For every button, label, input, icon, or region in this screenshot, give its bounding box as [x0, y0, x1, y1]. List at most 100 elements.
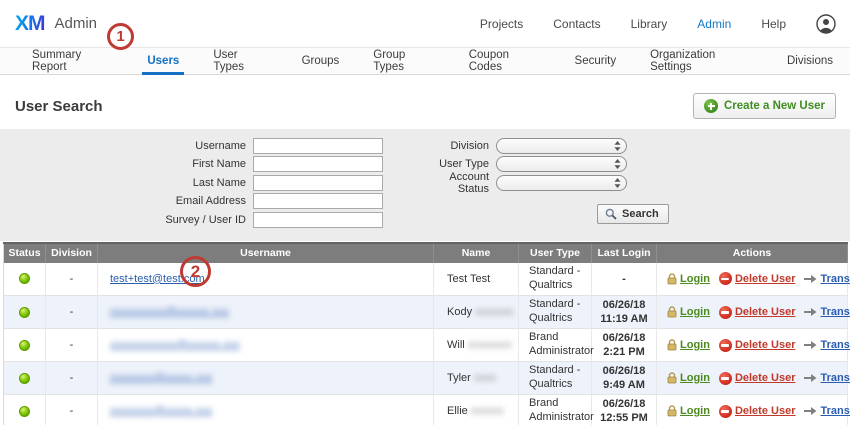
table-row: - test+test@test.com Test Test Standard … [4, 263, 848, 296]
tab-divisions[interactable]: Divisions [770, 48, 850, 74]
brand: XM Admin [15, 12, 97, 36]
user-type-cell: Standard - Qualtrics [519, 296, 592, 329]
user-search-form: Username First Name Last Name Email Addr… [0, 129, 850, 241]
account-status-select[interactable] [496, 175, 627, 191]
division-cell: - [46, 395, 98, 425]
table-row: - xxxxxxxxxxxx@xxxxxx.xxx Willxxxxxxxx B… [4, 329, 848, 362]
user-type-cell: Brand Administrator [519, 329, 592, 362]
name-redacted: xxxxxxxx [468, 339, 512, 351]
user-type-select[interactable] [496, 156, 627, 172]
tab-security[interactable]: Security [558, 48, 634, 74]
nav-admin[interactable]: Admin [697, 17, 731, 31]
select-updown-icon [614, 178, 621, 188]
user-type-label: User Type [425, 158, 496, 170]
tab-organization-settings[interactable]: Organization Settings [633, 48, 770, 74]
transfer-surveys-link[interactable]: Transfer Surveys [820, 273, 850, 285]
col-header-division: Division [46, 243, 98, 263]
login-link[interactable]: Login [680, 273, 710, 285]
name-redacted: xxxxxxx [475, 306, 514, 318]
admin-tab-bar: Summary Report Users User Types Groups G… [0, 47, 850, 75]
magnifier-icon [605, 208, 617, 220]
division-cell: - [46, 329, 98, 362]
lock-icon [667, 405, 677, 417]
app-title: Admin [55, 15, 98, 32]
nav-help[interactable]: Help [761, 17, 786, 31]
nav-library[interactable]: Library [631, 17, 668, 31]
tab-summary-report[interactable]: Summary Report [15, 48, 130, 74]
last-login-cell: 06/26/182:21 PM [592, 329, 657, 362]
username-link[interactable]: xxxxxxxxxx@xxxxxx.xxx [110, 306, 229, 318]
user-avatar-icon[interactable] [816, 14, 836, 34]
delete-user-link[interactable]: Delete User [735, 339, 796, 351]
division-select[interactable] [496, 138, 627, 154]
tab-user-types[interactable]: User Types [196, 48, 284, 74]
user-type-cell: Standard - Qualtrics [519, 263, 592, 296]
user-type-cell: Standard - Qualtrics [519, 362, 592, 395]
minus-circle-icon [719, 306, 732, 319]
survey-user-id-input[interactable] [253, 212, 383, 228]
col-header-user-type: User Type [519, 243, 592, 263]
tab-users[interactable]: Users [130, 48, 196, 74]
username-link[interactable]: xxxxxxxxxxxx@xxxxxx.xxx [110, 339, 240, 351]
tab-groups[interactable]: Groups [285, 48, 357, 74]
col-header-status: Status [4, 243, 46, 263]
transfer-surveys-link[interactable]: Transfer Surveys [820, 372, 850, 384]
arrow-right-icon [804, 373, 817, 383]
login-link[interactable]: Login [680, 405, 710, 417]
col-header-username: Username [98, 243, 434, 263]
transfer-surveys-link[interactable]: Transfer Surveys [820, 339, 850, 351]
table-row: - xxxxxxxxxx@xxxxxx.xxx Kodyxxxxxxx Stan… [4, 296, 848, 329]
delete-user-link[interactable]: Delete User [735, 273, 796, 285]
form-col-left: Username First Name Last Name Email Addr… [0, 138, 425, 231]
minus-circle-icon [719, 372, 732, 385]
delete-user-link[interactable]: Delete User [735, 405, 796, 417]
tab-group-types[interactable]: Group Types [356, 48, 451, 74]
name-cell: Test Test [447, 273, 490, 285]
login-link[interactable]: Login [680, 372, 710, 384]
create-new-user-button[interactable]: Create a New User [693, 93, 836, 119]
username-label: Username [0, 140, 253, 152]
select-updown-icon [614, 159, 621, 169]
name-cell: Tyler [447, 372, 471, 384]
arrow-right-icon [804, 307, 817, 317]
division-label: Division [425, 140, 496, 152]
arrow-right-icon [804, 274, 817, 284]
login-link[interactable]: Login [680, 339, 710, 351]
col-header-name: Name [434, 243, 519, 263]
delete-user-link[interactable]: Delete User [735, 372, 796, 384]
tab-coupon-codes[interactable]: Coupon Codes [452, 48, 558, 74]
username-link[interactable]: xxxxxxxx@xxxxx.xxx [110, 405, 212, 417]
status-active-icon [19, 307, 30, 318]
table-row: - xxxxxxxx@xxxxx.xxx Elliexxxxxx Brand A… [4, 395, 848, 425]
page-title: User Search [15, 98, 103, 115]
last-name-label: Last Name [0, 177, 253, 189]
login-link[interactable]: Login [680, 306, 710, 318]
lock-icon [667, 306, 677, 318]
first-name-input[interactable] [253, 156, 383, 172]
last-name-input[interactable] [253, 175, 383, 191]
status-active-icon [19, 273, 30, 284]
create-new-user-label: Create a New User [724, 100, 825, 112]
transfer-surveys-link[interactable]: Transfer Surveys [820, 405, 850, 417]
name-redacted: xxxx [474, 372, 496, 384]
username-link[interactable]: xxxxxxxx@xxxxx.xxx [110, 372, 212, 384]
last-login-cell: 06/26/1811:19 AM [592, 296, 657, 329]
first-name-label: First Name [0, 158, 253, 170]
last-login-cell: 06/26/1812:55 PM [592, 395, 657, 425]
search-button-label: Search [622, 208, 659, 220]
col-header-actions: Actions [657, 243, 848, 263]
email-address-input[interactable] [253, 193, 383, 209]
username-input[interactable] [253, 138, 383, 154]
nav-contacts[interactable]: Contacts [553, 17, 600, 31]
annotation-circle-1: 1 [107, 23, 134, 50]
search-button[interactable]: Search [597, 204, 669, 224]
table-row: - xxxxxxxx@xxxxx.xxx Tylerxxxx Standard … [4, 362, 848, 395]
division-cell: - [46, 362, 98, 395]
division-cell: - [46, 296, 98, 329]
survey-user-id-label: Survey / User ID [0, 214, 253, 226]
annotation-circle-2: 2 [180, 256, 211, 287]
nav-projects[interactable]: Projects [480, 17, 523, 31]
delete-user-link[interactable]: Delete User [735, 306, 796, 318]
select-updown-icon [614, 141, 621, 151]
transfer-surveys-link[interactable]: Transfer Surveys [820, 306, 850, 318]
